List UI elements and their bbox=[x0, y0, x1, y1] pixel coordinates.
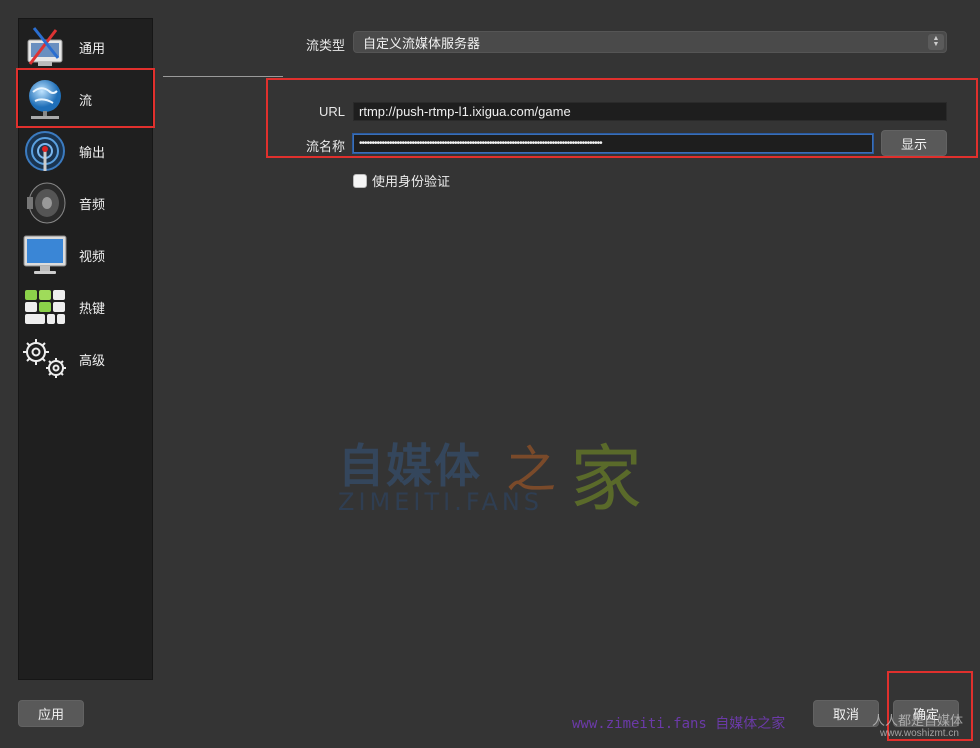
watermark-text: 之 bbox=[506, 441, 556, 499]
globe-stream-icon bbox=[19, 73, 71, 125]
watermark-subtext: ZIMEITI.FANS bbox=[338, 488, 544, 516]
sidebar-item-general[interactable]: 通用 bbox=[19, 21, 154, 73]
url-input[interactable]: rtmp://push-rtmp-l1.ixigua.com/game bbox=[353, 102, 947, 121]
sidebar-item-output[interactable]: 输出 bbox=[19, 125, 154, 177]
url-label: URL bbox=[318, 104, 345, 119]
sidebar-item-stream[interactable]: 流 bbox=[19, 73, 154, 125]
show-key-button[interactable]: 显示 bbox=[881, 130, 947, 156]
settings-sidebar: 通用 流 输出 音频 视频 热键 高级 bbox=[18, 18, 153, 680]
sidebar-item-label: 高级 bbox=[79, 352, 106, 368]
speaker-audio-icon bbox=[19, 177, 71, 229]
ok-button[interactable]: 确定 bbox=[893, 700, 959, 727]
watermark-url: www.zimeiti.fans 自媒体之家 bbox=[572, 716, 786, 732]
sidebar-item-hotkeys[interactable]: 热键 bbox=[19, 281, 154, 333]
stream-type-value: 自定义流媒体服务器 bbox=[363, 35, 481, 51]
sidebar-item-label: 通用 bbox=[79, 40, 106, 56]
gears-advanced-icon bbox=[19, 333, 71, 385]
watermark-text: 家 bbox=[570, 437, 643, 521]
watermark-text: 自媒体 bbox=[338, 439, 482, 493]
sidebar-item-label: 音频 bbox=[79, 196, 106, 212]
general-settings-icon bbox=[19, 21, 71, 73]
auth-checkbox-row[interactable]: 使用身份验证 bbox=[353, 171, 450, 190]
watermark-corner-url: www.woshizmt.cn bbox=[880, 728, 959, 739]
monitor-video-icon bbox=[19, 229, 71, 281]
stream-type-select[interactable]: 自定义流媒体服务器 ▲ ▼ bbox=[353, 31, 947, 53]
sidebar-item-label: 视频 bbox=[79, 248, 106, 264]
sidebar-item-video[interactable]: 视频 bbox=[19, 229, 154, 281]
auth-checkbox[interactable] bbox=[353, 173, 367, 188]
sidebar-item-label: 流 bbox=[79, 92, 93, 108]
watermark-logo: 自媒体 之 家 ZIMEITI.FANS bbox=[338, 420, 668, 530]
auth-checkbox-label: 使用身份验证 bbox=[372, 174, 451, 189]
sidebar-item-audio[interactable]: 音频 bbox=[19, 177, 154, 229]
sidebar-item-label: 输出 bbox=[79, 144, 106, 160]
divider bbox=[163, 76, 283, 77]
stream-key-input[interactable]: ••••••••••••••••••••••••••••••••••••••••… bbox=[353, 134, 873, 153]
sidebar-item-label: 热键 bbox=[79, 300, 106, 316]
cancel-button[interactable]: 取消 bbox=[813, 700, 879, 727]
sidebar-item-advanced[interactable]: 高级 bbox=[19, 333, 154, 385]
apply-button[interactable]: 应用 bbox=[18, 700, 84, 727]
stream-key-label: 流名称 bbox=[305, 139, 345, 154]
stream-type-label: 流类型 bbox=[305, 38, 345, 53]
antenna-output-icon bbox=[19, 125, 71, 177]
select-arrows-icon: ▲ ▼ bbox=[928, 34, 944, 50]
keyboard-hotkey-icon bbox=[19, 281, 71, 333]
